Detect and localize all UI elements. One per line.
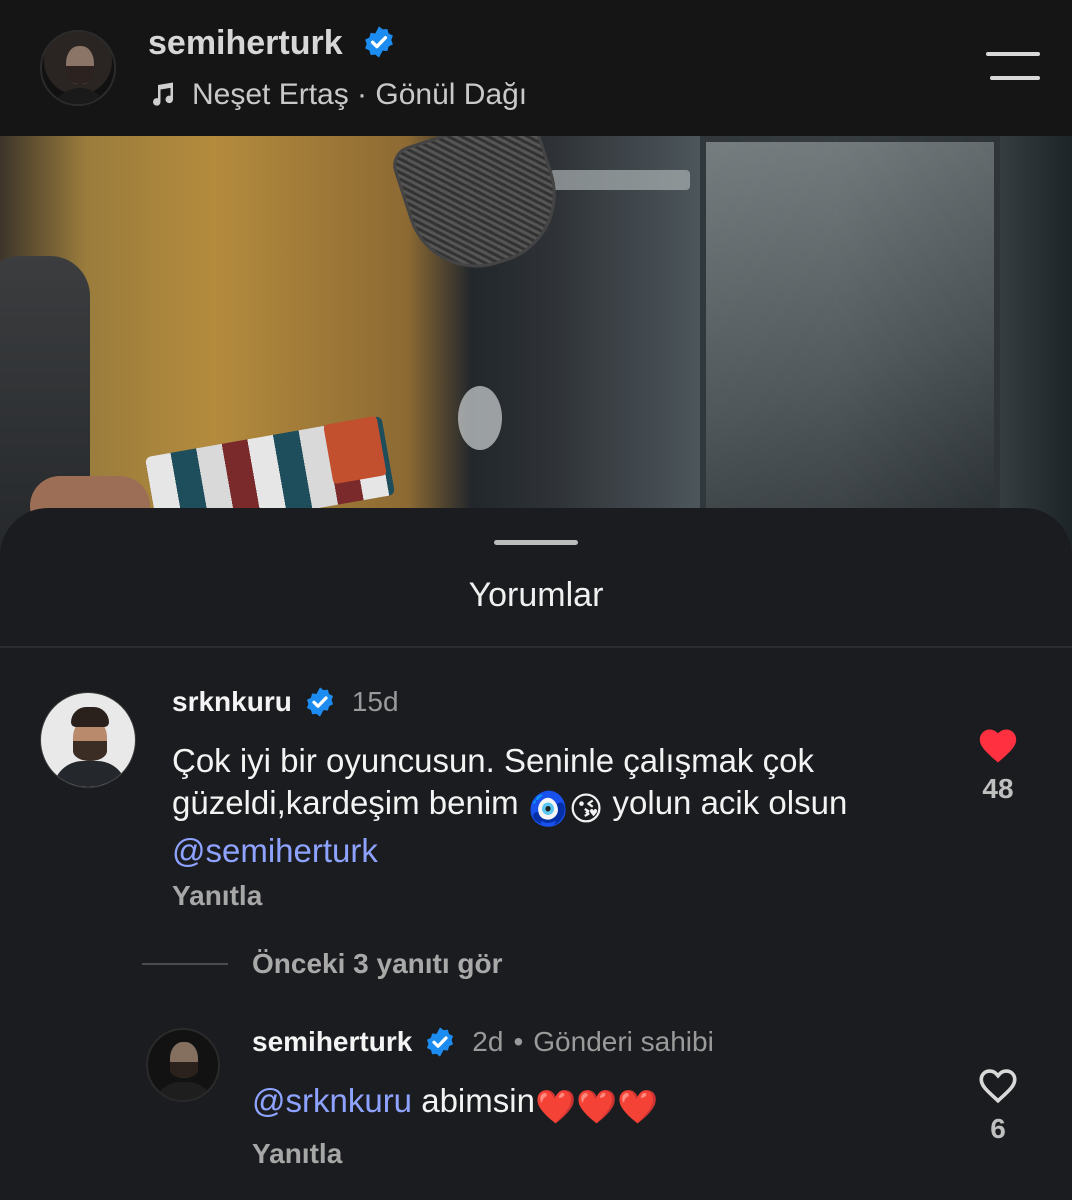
header-avatar[interactable] — [40, 30, 116, 106]
comment-body-end: yolun acik olsun — [603, 784, 848, 821]
music-note-icon — [153, 82, 174, 106]
header-username[interactable]: semiherturk — [148, 24, 343, 62]
verified-icon — [427, 1027, 454, 1057]
divider — [0, 646, 1072, 648]
music-label: Neşet Ertaş · Gönül Dağı — [192, 78, 528, 111]
heart-outline-icon[interactable] — [976, 1064, 1020, 1104]
reply-meta: semiherturk 2d • Gönderi sahibi — [252, 1026, 714, 1058]
reply-username[interactable]: semiherturk — [252, 1026, 412, 1058]
reply-button[interactable]: Yanıtla — [252, 1138, 342, 1170]
comment-time: 15d — [351, 686, 399, 717]
sheet-title: Yorumlar — [468, 576, 604, 614]
reel-header: semiherturk Neşet Ertaş · Gönül Dağı — [0, 0, 1072, 136]
reply-like[interactable]: 6 — [968, 1064, 1028, 1145]
comment-avatar[interactable] — [40, 692, 136, 788]
emoji: 🧿😘 — [527, 790, 604, 827]
reply-body: abimsin — [412, 1082, 535, 1119]
mention-link[interactable]: @srknkuru — [252, 1082, 412, 1119]
music-info[interactable]: Neşet Ertaş · Gönül Dağı — [148, 78, 527, 112]
comment-username[interactable]: srknkuru — [172, 686, 292, 718]
like-count: 6 — [990, 1113, 1006, 1144]
like-count: 48 — [982, 773, 1014, 804]
verified-icon — [306, 687, 333, 717]
meta-separator: • — [513, 1026, 524, 1057]
verified-icon — [365, 26, 393, 58]
mention-link[interactable]: @semiherturk — [172, 832, 378, 869]
reply-button[interactable]: Yanıtla — [172, 880, 262, 912]
comment-text: Çok iyi bir oyuncusun. Seninle çalışmak … — [172, 740, 932, 872]
reply-avatar[interactable] — [146, 1028, 220, 1102]
reel-video-frame[interactable] — [0, 136, 1072, 556]
reply-time: 2d — [472, 1026, 504, 1057]
microphone-image — [388, 136, 574, 286]
comments-sheet: Yorumlar srknkuru 15d Çok iyi bir oyuncu… — [0, 508, 1072, 1200]
comment-meta: srknkuru 15d — [172, 686, 399, 718]
emoji: ❤️❤️❤️ — [534, 1088, 659, 1125]
drag-handle[interactable] — [494, 540, 578, 545]
reply-text: @srknkuru abimsin❤️❤️❤️ — [252, 1080, 932, 1128]
menu-icon[interactable] — [986, 52, 1040, 84]
comment-like[interactable]: 48 — [968, 724, 1028, 805]
view-replies-label: Önceki 3 yanıtı gör — [252, 948, 503, 979]
post-owner-label: Gönderi sahibi — [533, 1026, 714, 1057]
header-username-row[interactable]: semiherturk — [148, 24, 396, 63]
heart-filled-icon[interactable] — [976, 724, 1020, 764]
view-previous-replies[interactable]: Önceki 3 yanıtı gör — [142, 948, 503, 980]
